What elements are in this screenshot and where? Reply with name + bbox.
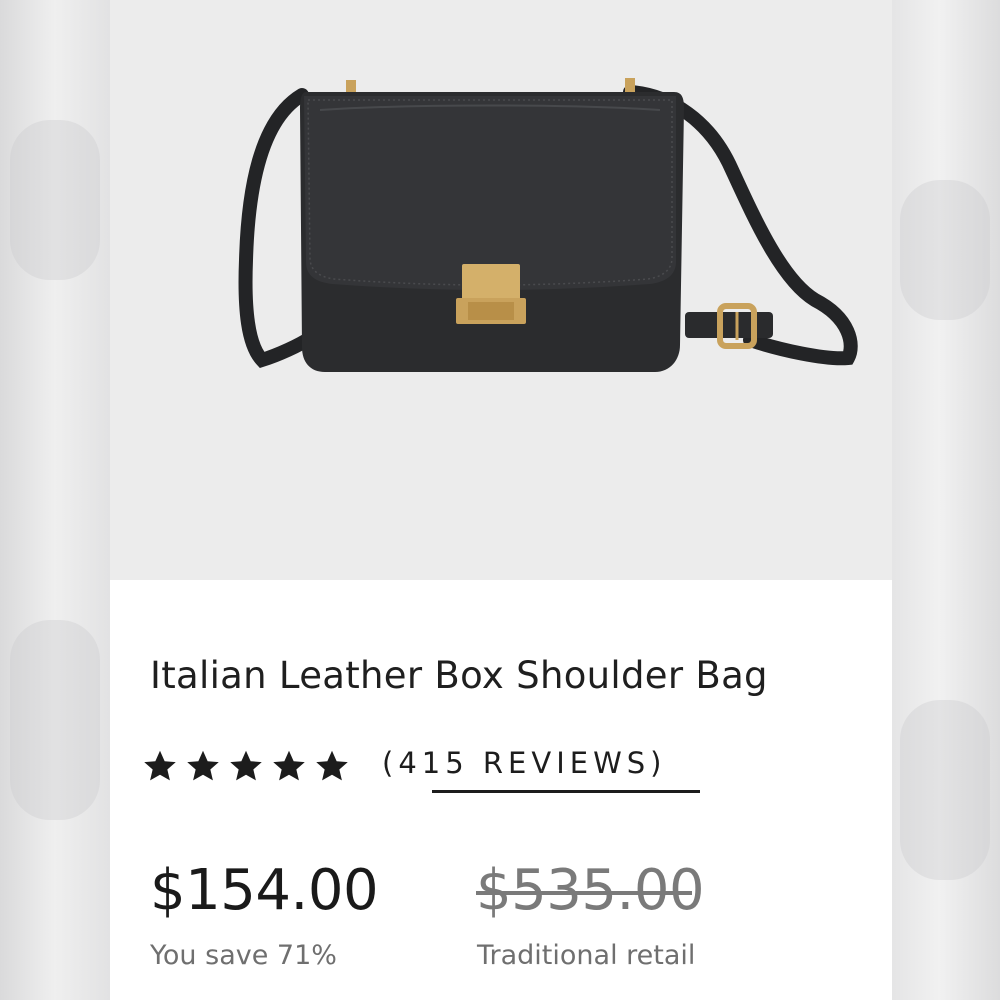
star-icon	[273, 750, 305, 781]
product-title: Italian Leather Box Shoulder Bag	[150, 654, 768, 697]
star-icon	[187, 750, 219, 781]
star-icon	[230, 750, 262, 781]
strap-tab	[685, 312, 773, 338]
background-smudge	[900, 700, 990, 880]
product-card: Italian Leather Box Shoulder Bag (415 RE…	[110, 0, 892, 1000]
product-image[interactable]	[110, 0, 892, 580]
shoulder-bag-illustration	[238, 78, 858, 372]
original-price-label: Traditional retail	[477, 940, 696, 971]
background-smudge	[10, 620, 100, 820]
star-icon	[316, 750, 348, 781]
star-icon	[144, 750, 176, 781]
background-blur-right	[890, 0, 1000, 1000]
current-price: $154.00	[150, 858, 379, 923]
original-price-strikethrough	[476, 891, 692, 895]
reviews-link[interactable]: (415 REVIEWS)	[382, 746, 666, 780]
reviews-link-underline	[432, 790, 700, 793]
star-rating	[142, 748, 357, 784]
savings-text: You save 71%	[150, 940, 337, 971]
bag-flap	[304, 96, 676, 290]
background-smudge	[900, 180, 990, 320]
background-blur-left	[0, 0, 110, 1000]
rating-row: (415 REVIEWS)	[142, 746, 700, 798]
background-smudge	[10, 120, 100, 280]
clasp-insert	[468, 302, 514, 320]
